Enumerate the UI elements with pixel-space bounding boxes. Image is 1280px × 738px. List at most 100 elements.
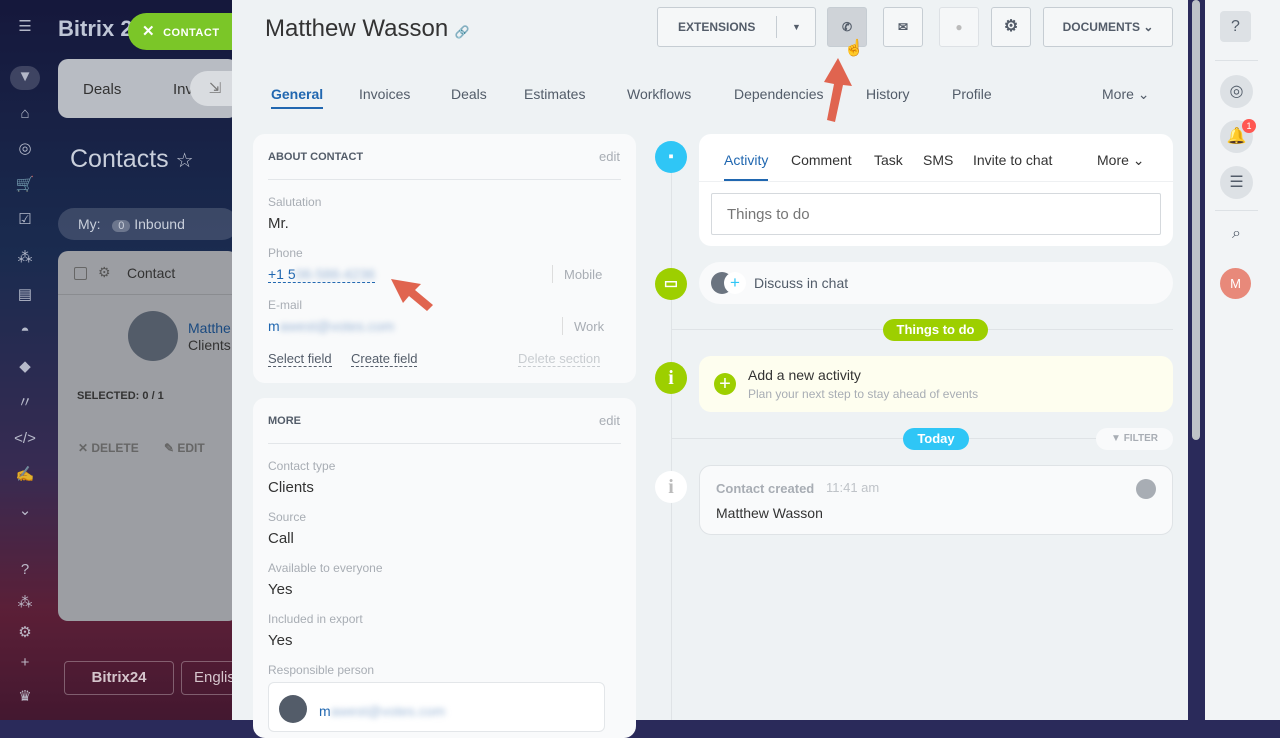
code-icon[interactable]: </> — [14, 428, 36, 450]
more-section: MORE edit Contact type Clients Source Call… — [253, 398, 636, 738]
crown-icon[interactable]: ♛ — [14, 686, 36, 708]
cart-icon[interactable]: 🛒 — [14, 174, 36, 196]
menu-icon[interactable]: ☰ — [14, 16, 36, 38]
avatar — [279, 695, 307, 723]
tab-profile[interactable]: Profile — [952, 86, 992, 102]
red-arrow-annotation — [824, 58, 852, 122]
contacts-grid: ⚙ Contact Matthe Clients SELECTED: 0 / 1… — [58, 251, 238, 621]
edit-link[interactable]: edit — [599, 413, 620, 428]
info-icon: i — [655, 362, 687, 394]
documents-button[interactable]: DOCUMENTS ⌄ — [1043, 7, 1173, 47]
help-icon[interactable]: ? — [1220, 11, 1251, 42]
filter-button[interactable]: ▼ FILTER — [1096, 428, 1173, 450]
caret-down-icon: ▼ — [792, 22, 801, 32]
today-badge: Today — [903, 428, 969, 450]
discuss-in-chat-button[interactable]: + Discuss in chat — [699, 262, 1173, 304]
tab-activity[interactable]: Activity — [724, 152, 769, 181]
tab-invite-to-chat[interactable]: Invite to chat — [973, 152, 1052, 168]
crm-tabs: Deals Inv ⇲ — [58, 59, 240, 118]
task-icon[interactable]: ☑ — [14, 209, 36, 231]
checkbox[interactable] — [74, 267, 87, 280]
tab-workflows[interactable]: Workflows — [627, 86, 691, 102]
activity-editor: Activity Comment Task SMS Invite to chat… — [699, 134, 1173, 246]
delete-button[interactable]: ✕ DELETE — [78, 441, 139, 455]
target-icon[interactable]: ◎ — [14, 138, 36, 160]
phone-link[interactable]: +1 506-586-4236 — [268, 266, 376, 283]
plus-icon[interactable]: + — [14, 652, 36, 674]
network-icon[interactable]: ⁂ — [14, 247, 36, 269]
tab-deals[interactable]: Deals — [451, 86, 487, 102]
help-icon[interactable]: ? — [14, 559, 36, 581]
contact-link[interactable]: Matthe — [188, 320, 231, 336]
tab-sms[interactable]: SMS — [923, 152, 953, 168]
extensions-button[interactable]: EXTENSIONS ▼ — [657, 7, 816, 47]
filter-icon[interactable]: ▼ — [10, 66, 40, 90]
timeline-event: Contact created 11:41 am Matthew Wasson — [699, 465, 1173, 535]
email-link[interactable]: mawest@votes.com — [268, 318, 394, 334]
tab-invoices[interactable]: Invoices — [359, 86, 410, 102]
sign-icon[interactable]: ✍ — [14, 464, 36, 486]
user-avatar-icon — [1136, 479, 1156, 499]
contact-card-icon[interactable]: ▤ — [14, 284, 36, 306]
tab-general[interactable]: General — [271, 86, 324, 109]
contact-title: Matthew Wasson 🔗 — [265, 15, 470, 42]
things-to-do-input[interactable] — [711, 193, 1161, 235]
edit-button[interactable]: ✎ EDIT — [164, 441, 205, 455]
close-icon: ✕ — [142, 23, 156, 40]
home-icon[interactable]: ⌂ — [14, 103, 36, 125]
create-field-link[interactable]: Create field — [351, 351, 418, 367]
funnel-icon: ▼ — [1111, 433, 1121, 444]
column-contact[interactable]: Contact — [127, 265, 175, 281]
plus-icon: + — [714, 373, 736, 395]
copilot-icon[interactable]: ◎ — [1220, 75, 1253, 108]
edit-link[interactable]: edit — [599, 149, 620, 164]
email-button[interactable]: ✉ — [883, 7, 923, 47]
star-icon: ☆ — [175, 150, 194, 172]
tab-estimates[interactable]: Estimates — [524, 86, 585, 102]
chat-icon[interactable]: ☰ — [1220, 166, 1253, 199]
chat-icon: ● — [955, 20, 963, 34]
marketing-icon[interactable]: 〃 — [14, 392, 36, 414]
contact-slider: Matthew Wasson 🔗 EXTENSIONS ▼ ✆ ✉ ● ⚙ DOC… — [232, 0, 1188, 738]
settings-button[interactable]: ⚙ — [991, 7, 1031, 47]
comment-icon: ▪ — [655, 141, 687, 173]
avatar — [128, 311, 178, 361]
cursor-hand-icon: ☝ — [844, 40, 864, 57]
link-icon: 🔗 — [454, 25, 470, 39]
box-icon[interactable]: ◆ — [14, 356, 36, 378]
tab-comment[interactable]: Comment — [791, 152, 852, 168]
phone-icon: ✆ — [841, 20, 853, 34]
close-contact-button[interactable]: ✕ CONTACT — [128, 13, 238, 50]
tab-more[interactable]: More ⌄ — [1097, 152, 1145, 169]
tab-history[interactable]: History — [866, 86, 910, 102]
about-contact-section: ABOUT CONTACT edit Salutation Mr. Phone … — [253, 134, 636, 383]
gear-icon[interactable]: ⚙ — [98, 264, 111, 281]
responsible-person[interactable]: mawest@votes.com — [268, 682, 605, 732]
envelope-icon: ✉ — [897, 20, 909, 34]
search-icon[interactable]: ⌕ — [1220, 217, 1253, 250]
structure-icon[interactable]: ⁂ — [14, 592, 36, 614]
red-arrow-annotation — [391, 279, 433, 311]
page-title: Contacts ☆ — [70, 145, 194, 173]
things-to-do-badge: Things to do — [883, 319, 988, 341]
delete-section-link[interactable]: Delete section — [518, 351, 601, 367]
settings-icon[interactable]: ⚙ — [14, 622, 36, 644]
more-icon[interactable]: ⌄ — [14, 500, 36, 522]
tab-dependencies[interactable]: Dependencies — [734, 86, 824, 102]
add-activity-button[interactable]: + Add a new activity Plan your next step… — [699, 356, 1173, 412]
salutation-value: Mr. — [268, 215, 289, 232]
right-sidebar: ? ◎ 🔔 1 ☰ ⌕ M — [1205, 0, 1280, 720]
avatar[interactable]: M — [1220, 268, 1251, 299]
gear-icon: ⚙ — [1003, 18, 1019, 35]
tab-task[interactable]: Task — [874, 152, 903, 168]
tab-more[interactable]: More ⌄ — [1102, 86, 1150, 103]
tab-deals[interactable]: Deals — [83, 81, 121, 98]
bitrix24-button[interactable]: Bitrix24 — [64, 661, 174, 695]
robot-icon[interactable]: ◓ — [14, 320, 36, 342]
chat-icon: ▭ — [655, 268, 687, 300]
filter-bar[interactable]: My: 0 Inbound — [58, 208, 238, 240]
select-field-link[interactable]: Select field — [268, 351, 332, 367]
scrollbar[interactable] — [1192, 0, 1200, 440]
notification-count: 1 — [1242, 119, 1256, 133]
chat-button[interactable]: ● — [939, 7, 979, 47]
